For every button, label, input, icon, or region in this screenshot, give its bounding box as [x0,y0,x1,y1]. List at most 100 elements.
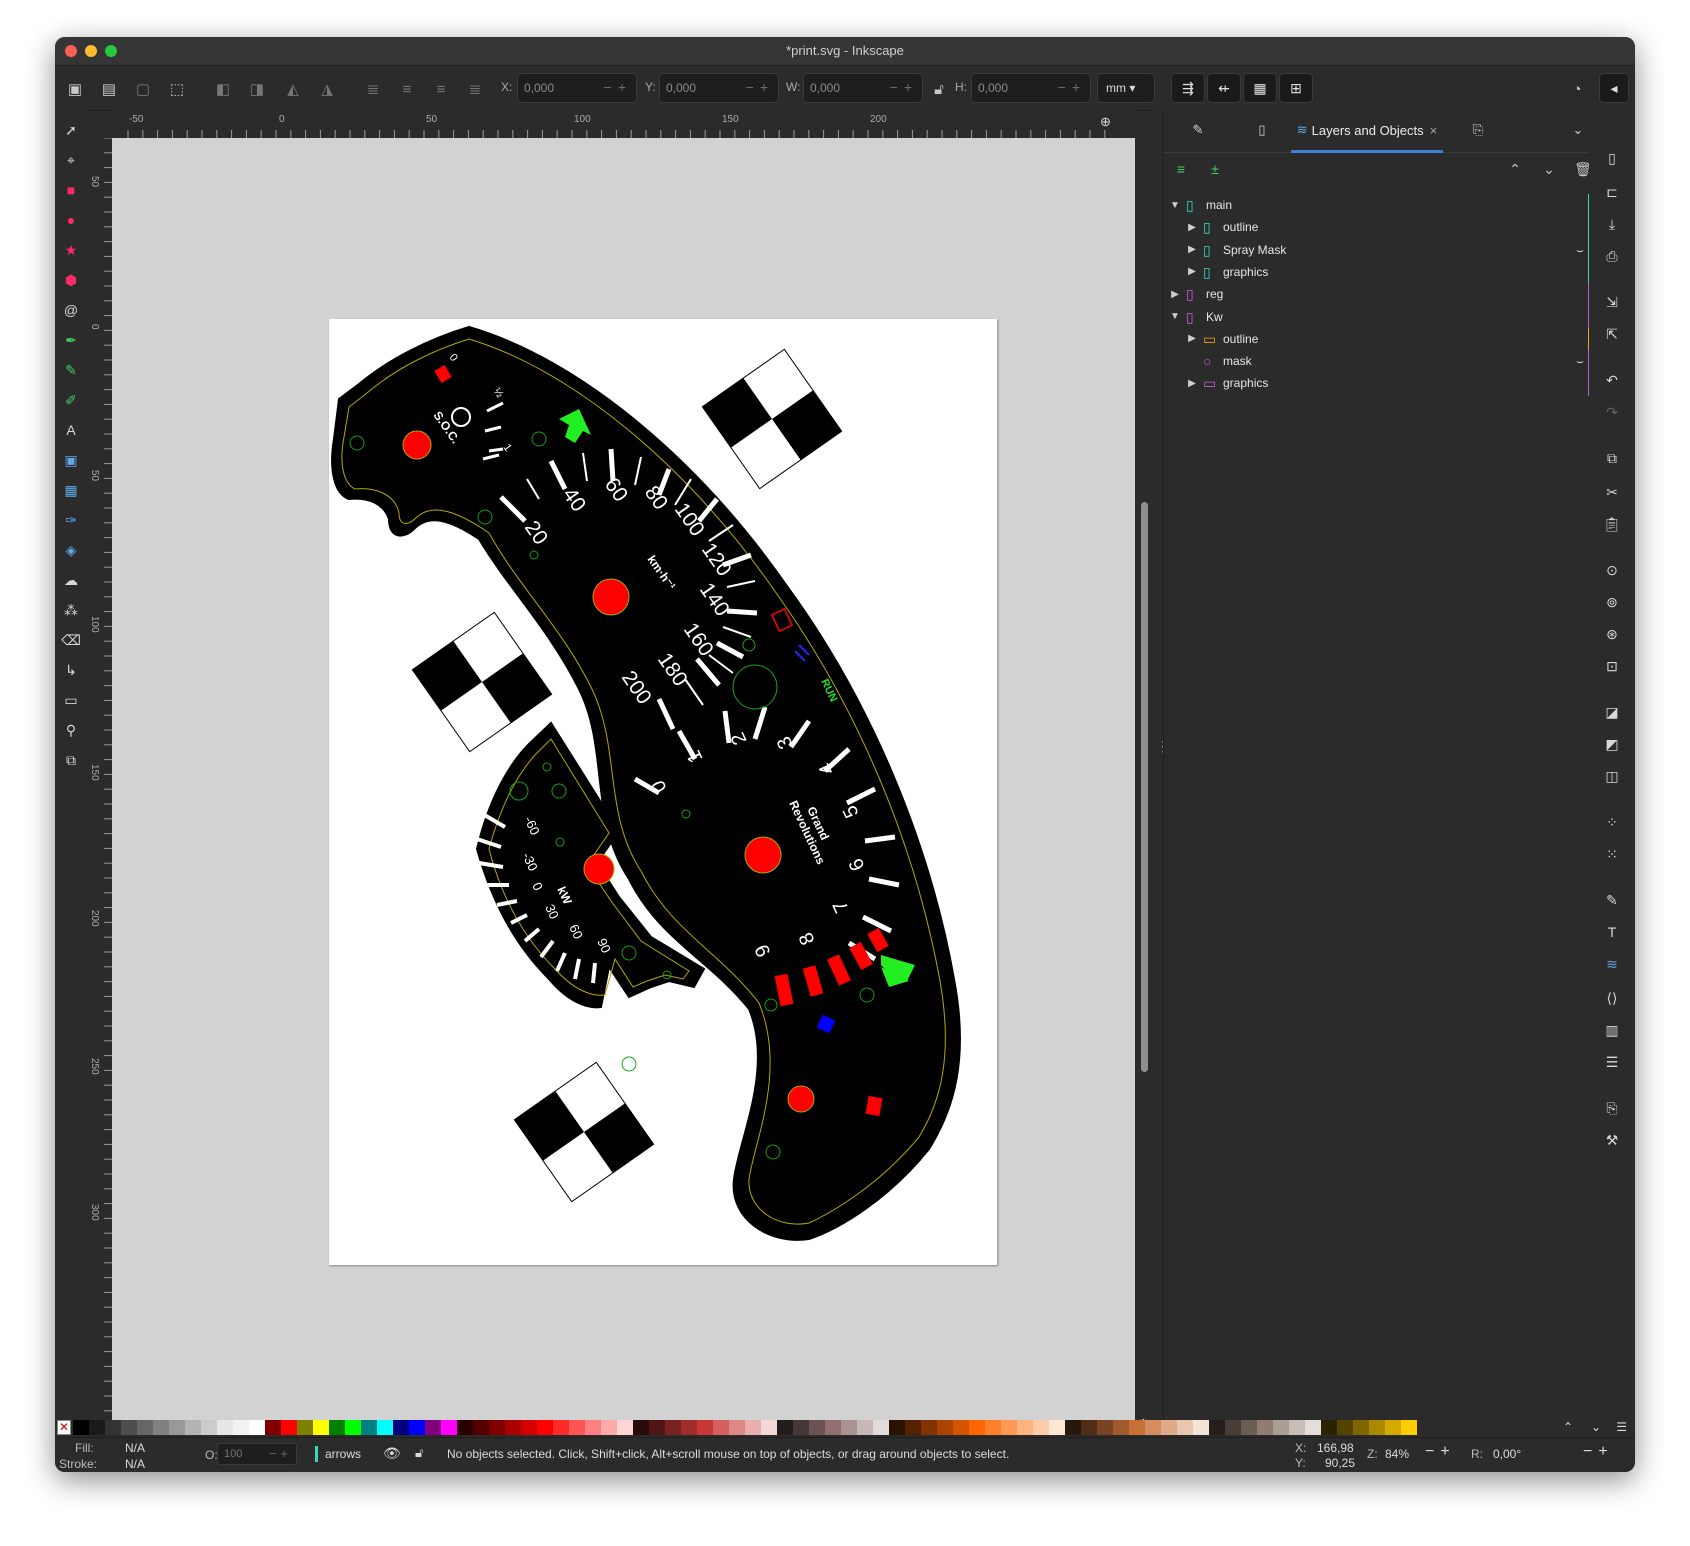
color-swatch[interactable] [313,1420,329,1435]
export-icon[interactable]: ⇱ [1600,322,1624,346]
expand-arrow-icon[interactable]: ▼ [1168,310,1182,324]
new-document-icon[interactable]: ▯ [1600,146,1624,170]
group-icon[interactable]: ⁘ [1600,810,1624,834]
vertical-scroll-thumb[interactable] [1141,502,1148,1072]
color-swatch[interactable] [393,1420,409,1435]
import-icon[interactable]: ⇲ [1600,290,1624,314]
pencil-tool-icon[interactable]: ✎ [59,358,83,382]
layer-row[interactable]: ▼ ▯ main [1164,194,1592,218]
preferences-icon[interactable]: ⚒ [1600,1128,1624,1152]
document-properties-icon[interactable]: ⎘ [1600,1096,1624,1120]
text-and-font-icon[interactable]: T [1600,920,1624,944]
3d-box-tool-icon[interactable]: ⬢ [59,268,83,292]
palette-scroll-up-icon[interactable]: ⌃ [1563,1420,1573,1434]
color-swatch[interactable] [1353,1420,1369,1435]
color-swatch[interactable] [1225,1420,1241,1435]
color-swatch[interactable] [1385,1420,1401,1435]
color-swatch[interactable] [345,1420,361,1435]
fill-and-stroke-icon[interactable]: ✎ [1600,888,1624,912]
collapse-arrow-icon[interactable]: ▶ [1185,243,1199,257]
h-stepper-icon[interactable]: −+ [1058,79,1086,95]
collapse-arrow-icon[interactable]: ▶ [1168,287,1182,301]
color-swatch[interactable] [745,1420,761,1435]
collapse-arrow-icon[interactable]: ▶ [1185,265,1199,279]
star-tool-icon[interactable]: ★ [59,238,83,262]
layer-row[interactable]: ▶ ▭ graphics [1164,372,1592,397]
redo-icon[interactable]: ↷ [1600,400,1624,424]
color-swatch[interactable] [985,1420,1001,1435]
snap-menu-icon[interactable]: ◂ [1599,73,1629,103]
color-swatch[interactable] [505,1420,521,1435]
select-all-layers-icon[interactable]: ▤ [97,77,121,101]
stroke-value[interactable]: N/A [125,1457,145,1471]
zoom-page-icon[interactable]: ⊛ [1600,622,1624,646]
color-swatch[interactable] [1161,1420,1177,1435]
color-swatch[interactable] [217,1420,233,1435]
hidden-eye-icon[interactable]: ⌣ [1576,354,1584,369]
color-swatch[interactable] [889,1420,905,1435]
w-field[interactable]: 0,000 −+ [803,73,923,103]
horizontal-ruler[interactable]: -50 0 50 100 150 200 ⊕ [112,110,1135,139]
close-icon[interactable]: × [1430,123,1438,138]
tab-menu[interactable]: ⌄ [1568,110,1588,150]
vertical-ruler[interactable]: 50 0 50 100 150 200 250 300 [87,138,113,1420]
layer-row[interactable]: ▶ ▭ outline [1164,327,1592,352]
unit-select[interactable]: mm ▾ [1097,73,1155,103]
color-swatch[interactable] [1401,1420,1417,1435]
current-layer[interactable]: arrows [325,1447,361,1461]
color-swatch[interactable] [297,1420,313,1435]
color-swatch[interactable] [1081,1420,1097,1435]
color-swatch[interactable] [665,1420,681,1435]
calligraphy-tool-icon[interactable]: ✐ [59,388,83,412]
color-swatch[interactable] [969,1420,985,1435]
page[interactable]: 20 40 60 80 100 120 140 160 180 200 km·h… [329,319,997,1265]
color-swatch[interactable] [825,1420,841,1435]
spray-tool-icon[interactable]: ⁂ [59,598,83,622]
spiral-tool-icon[interactable]: @ [59,298,83,322]
registration-mark[interactable] [513,1061,655,1203]
open-icon[interactable]: ⊏ [1600,180,1624,204]
move-up-icon[interactable]: ⌃ [1504,158,1526,180]
color-swatch[interactable] [1273,1420,1289,1435]
tweak-tool-icon[interactable]: ☁ [59,568,83,592]
fill-value[interactable]: N/A [125,1441,145,1455]
raise-to-top-icon[interactable]: ≣ [361,77,385,101]
color-swatch[interactable] [361,1420,377,1435]
color-swatch[interactable] [169,1420,185,1435]
layer-row[interactable]: ▼ ▯ Kw [1164,305,1592,330]
selector-tool-icon[interactable]: ➚ [59,118,83,142]
mounting-hole[interactable] [402,430,432,460]
color-swatch[interactable] [553,1420,569,1435]
rotation-stepper-icon[interactable]: −+ [1583,1443,1614,1461]
gradient-tool-icon[interactable]: ▣ [59,448,83,472]
color-swatch[interactable] [1145,1420,1161,1435]
color-swatch[interactable] [1177,1420,1193,1435]
color-swatch[interactable] [681,1420,697,1435]
paint-bucket-tool-icon[interactable]: ◈ [59,538,83,562]
color-swatch[interactable] [1289,1420,1305,1435]
color-swatch[interactable] [777,1420,793,1435]
x-field[interactable]: 0,000 −+ [517,73,637,103]
mounting-hole[interactable] [583,853,615,885]
color-swatch[interactable] [521,1420,537,1435]
raise-icon[interactable]: ≡ [395,77,419,101]
color-swatch[interactable] [1193,1420,1209,1435]
layers-objects-icon[interactable]: ≋ [1600,952,1624,976]
rotation-value[interactable]: 0,00° [1493,1447,1521,1461]
connector-tool-icon[interactable]: ↳ [59,658,83,682]
palette-menu-icon[interactable]: ☰ [1616,1420,1627,1434]
no-paint-swatch[interactable]: ✕ [57,1420,71,1435]
mounting-hole[interactable] [787,1085,815,1113]
color-swatch[interactable] [793,1420,809,1435]
layer-row[interactable]: ▶ ▯ Spray Mask ⌣ [1164,238,1592,263]
tab-fill-stroke[interactable]: ✎ [1184,110,1212,150]
collapse-arrow-icon[interactable]: ▶ [1185,220,1199,234]
dock-splitter[interactable]: ⋮ [1155,110,1170,1438]
ungroup-icon[interactable]: ⁙ [1600,842,1624,866]
color-swatch[interactable] [249,1420,265,1435]
alignment-circle[interactable] [621,1056,637,1072]
color-swatch[interactable] [281,1420,297,1435]
flip-horizontal-icon[interactable]: ◭ [281,77,305,101]
align-distribute-icon[interactable]: ☰ [1600,1050,1624,1074]
canvas[interactable]: 20 40 60 80 100 120 140 160 180 200 km·h… [112,138,1135,1420]
